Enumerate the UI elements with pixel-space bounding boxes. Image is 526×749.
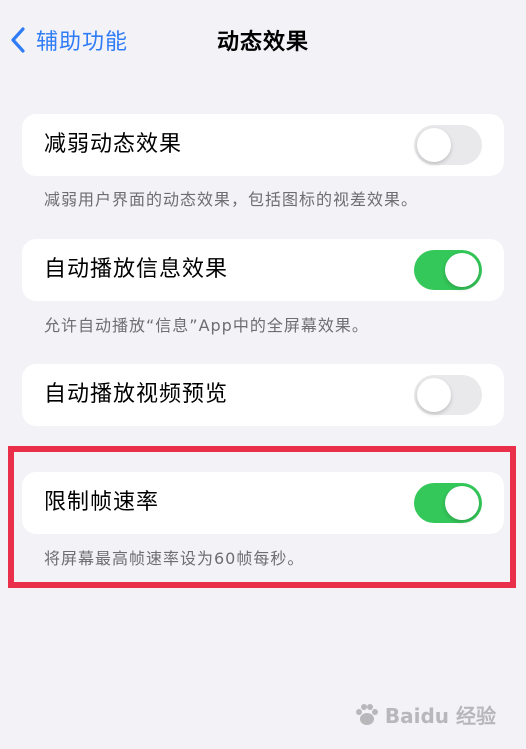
paw-icon — [355, 703, 378, 725]
toggle-knob — [417, 378, 451, 412]
toggle-knob — [445, 486, 479, 520]
setting-label: 限制帧速率 — [44, 490, 160, 515]
setting-row-auto-play-video-previews: 自动播放视频预览 — [22, 364, 504, 426]
auto-play-message-effects-toggle[interactable] — [414, 250, 482, 290]
setting-label: 自动播放信息效果 — [44, 257, 229, 282]
limit-frame-rate-toggle[interactable] — [414, 483, 482, 523]
setting-row-limit-frame-rate: 限制帧速率 — [22, 472, 504, 534]
watermark: Baidu 经验 — [353, 700, 496, 729]
toggle-knob — [417, 128, 451, 162]
setting-row-auto-play-message-effects: 自动播放信息效果 — [22, 239, 504, 301]
setting-label: 自动播放视频预览 — [44, 382, 229, 407]
setting-footnote: 允许自动播放“信息”App中的全屏幕效果。 — [44, 316, 369, 335]
reduce-motion-toggle[interactable] — [414, 125, 482, 165]
auto-play-video-previews-toggle[interactable] — [414, 375, 482, 415]
setting-label: 减弱动态效果 — [44, 132, 183, 157]
page-title: 动态效果 — [216, 30, 309, 55]
watermark-text: Baidu 经验 — [384, 704, 496, 728]
navigation-bar: 辅助功能 动态效果 — [0, 0, 526, 78]
setting-footnote: 减弱用户界面的动态效果，包括图标的视差效果。 — [44, 190, 419, 209]
setting-row-reduce-motion: 减弱动态效果 — [22, 114, 504, 176]
toggle-knob — [445, 253, 479, 287]
setting-footnote: 将屏幕最高帧速率设为60帧每秒。 — [44, 549, 305, 568]
